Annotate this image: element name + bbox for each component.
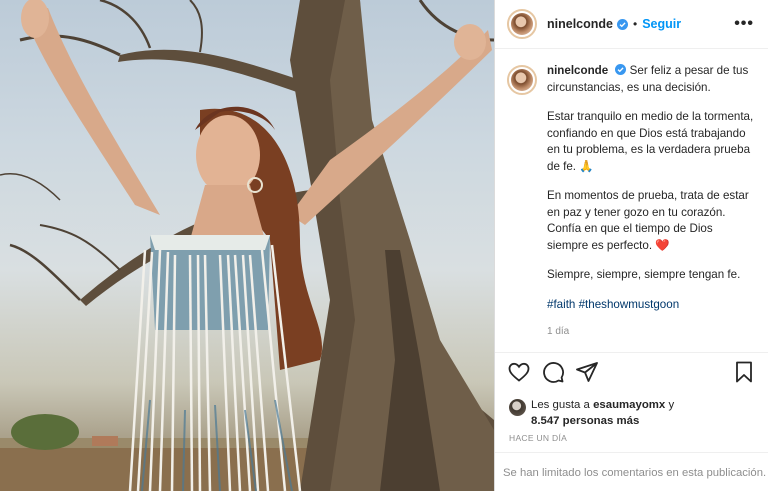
likes-connector: y [668,399,675,411]
comments-limited-notice: Se han limitado los comentarios en esta … [495,452,768,492]
save-bookmark-icon[interactable] [732,360,756,384]
heart-emoji: ❤️ [655,238,670,252]
likes-prefix: Les gusta a [531,399,590,411]
hashtags: #faith #theshowmustgoon [547,297,754,314]
verified-badge-icon [616,18,628,30]
heart-icon[interactable] [507,360,531,384]
post-date[interactable]: HACE UN DÍA [509,433,567,443]
verified-badge-icon [615,64,627,75]
author-username[interactable]: ninelconde [547,17,613,31]
liker-username[interactable]: esaumayomx [593,399,665,411]
author-avatar[interactable] [507,9,537,39]
header-dot-separator: • [632,17,638,31]
caption-paragraph-4: Siempre, siempre, siempre tengan fe. [547,268,741,281]
caption-username[interactable]: ninelconde [547,64,608,77]
caption-paragraph-3: En momentos de prueba, trata de estar en… [547,189,749,252]
caption-paragraph-2: Estar tranquilo en medio de la tormenta,… [547,110,754,173]
share-icon[interactable] [575,360,599,384]
follow-button[interactable]: Seguir [642,17,681,31]
comment-icon[interactable] [541,360,565,384]
post-header: ninelconde • Seguir ••• [495,0,768,49]
action-bar [495,352,768,391]
more-options-icon[interactable]: ••• [734,15,754,33]
instagram-post: ninelconde • Seguir ••• ninelconde Ser f… [0,0,768,491]
likes-summary: Les gusta a esaumayomx y 8.547 personas … [509,397,674,429]
caption-text: ninelconde Ser feliz a pesar de tus circ… [547,63,754,341]
post-side-panel: ninelconde • Seguir ••• ninelconde Ser f… [494,0,768,491]
liker-avatar[interactable] [509,399,526,416]
caption-block: ninelconde Ser feliz a pesar de tus circ… [495,49,768,341]
caption-timestamp[interactable]: 1 día [547,324,754,341]
hashtag-theshowmustgoon[interactable]: #theshowmustgoon [579,298,680,311]
hashtag-faith[interactable]: #faith [547,298,575,311]
post-photo[interactable] [0,0,494,491]
caption-avatar[interactable] [507,65,537,95]
likes-count[interactable]: 8.547 personas más [531,415,639,427]
photo-illustration [0,0,494,491]
